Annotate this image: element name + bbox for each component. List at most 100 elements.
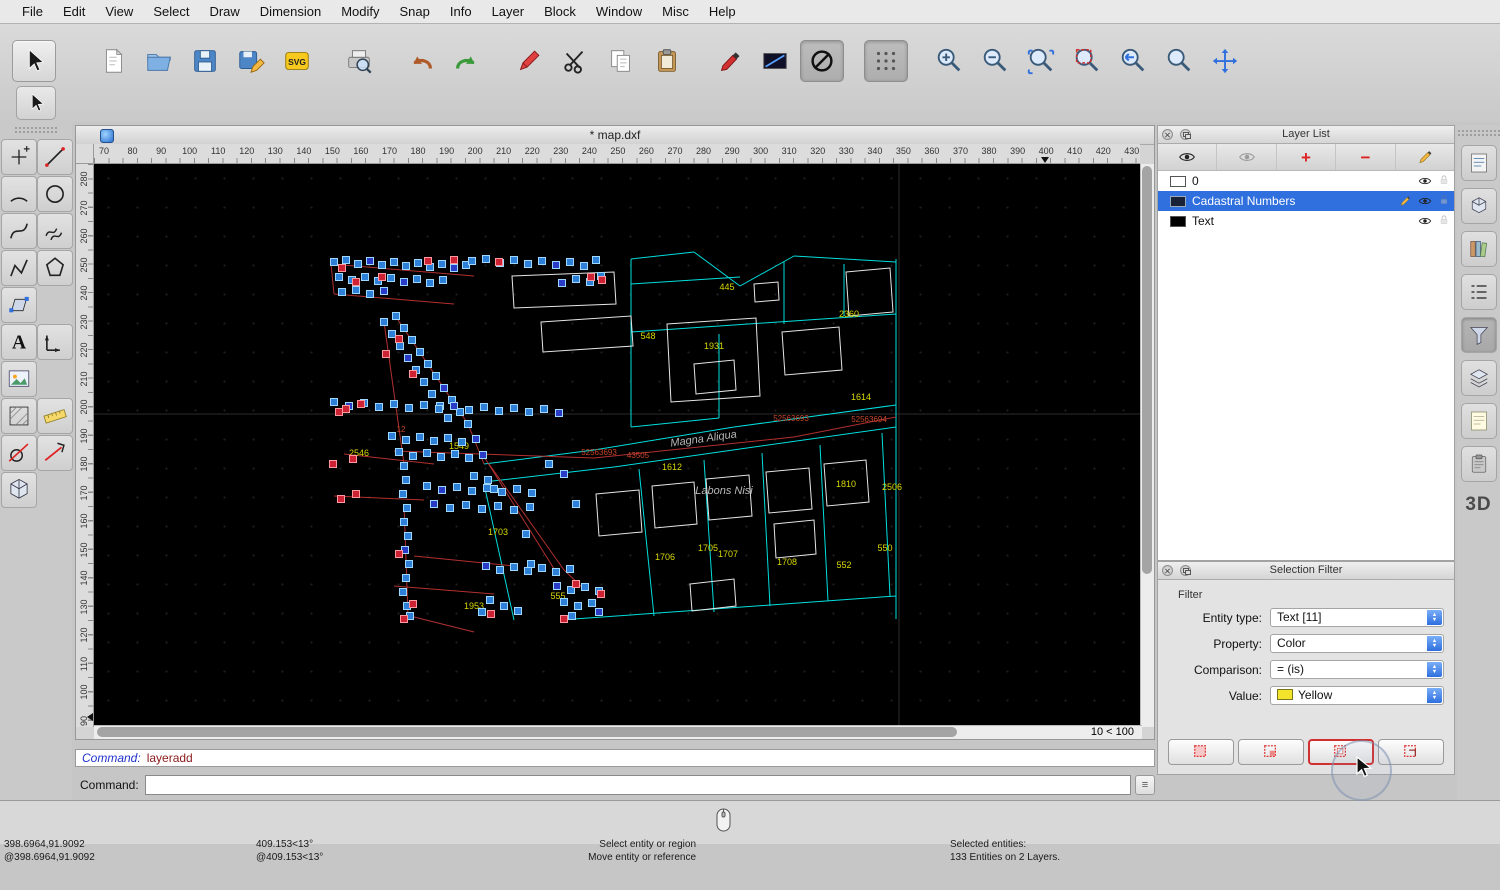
spline-tool-button[interactable] bbox=[37, 213, 73, 249]
line-tool-button[interactable] bbox=[37, 139, 73, 175]
detach-panel-icon[interactable] bbox=[1180, 129, 1191, 140]
command-input[interactable] bbox=[145, 775, 1131, 795]
circle-tool-button[interactable] bbox=[37, 176, 73, 212]
cut-button[interactable] bbox=[554, 41, 596, 81]
select-matching-entities-button[interactable] bbox=[1168, 739, 1234, 765]
menu-draw[interactable]: Draw bbox=[199, 4, 249, 19]
lock-icon[interactable] bbox=[1438, 214, 1450, 226]
menu-window[interactable]: Window bbox=[586, 4, 652, 19]
arc-tool-button[interactable] bbox=[1, 176, 37, 212]
layer-list-panel-button[interactable] bbox=[1461, 360, 1497, 396]
copy-button[interactable] bbox=[600, 41, 642, 81]
undo-button[interactable] bbox=[400, 41, 442, 81]
command-history-button[interactable] bbox=[1461, 403, 1497, 439]
save-file-button[interactable] bbox=[184, 41, 226, 81]
filter-dropdown-comparison-[interactable]: = (is)▲▼ bbox=[1270, 660, 1444, 679]
menu-file[interactable]: File bbox=[12, 4, 53, 19]
polyline-tool-button[interactable] bbox=[1, 250, 37, 286]
add-matching-to-selection-button[interactable] bbox=[1308, 739, 1374, 765]
horizontal-scrollbar-thumb[interactable] bbox=[97, 727, 957, 737]
menu-view[interactable]: View bbox=[95, 4, 143, 19]
pointer-tool-button[interactable] bbox=[16, 86, 56, 120]
menu-misc[interactable]: Misc bbox=[652, 4, 699, 19]
selection-filter-panel-button[interactable] bbox=[1461, 317, 1497, 353]
eye-icon[interactable] bbox=[1418, 174, 1432, 188]
dropdown-stepper-icon[interactable]: ▲▼ bbox=[1427, 636, 1442, 651]
eye-icon[interactable] bbox=[1418, 214, 1432, 228]
menu-edit[interactable]: Edit bbox=[53, 4, 95, 19]
line-properties-button[interactable] bbox=[754, 41, 796, 81]
no-fill-button[interactable] bbox=[800, 40, 844, 82]
filter-dropdown-entity-type-[interactable]: Text [11]▲▼ bbox=[1270, 608, 1444, 627]
show-all-layers-button[interactable] bbox=[1158, 144, 1217, 170]
vertical-scrollbar[interactable] bbox=[1140, 164, 1154, 727]
selection-tool-button[interactable] bbox=[12, 40, 56, 82]
region-tool-button[interactable] bbox=[1, 287, 37, 323]
layer-row-cadastral-numbers[interactable]: Cadastral Numbers bbox=[1158, 191, 1454, 211]
filter-dropdown-value-[interactable]: Yellow▲▼ bbox=[1270, 686, 1444, 705]
solid-tool-button[interactable] bbox=[1, 472, 37, 508]
dropdown-stepper-icon[interactable]: ▲▼ bbox=[1427, 688, 1442, 703]
strip-drag-handle[interactable] bbox=[1457, 129, 1500, 138]
menu-layer[interactable]: Layer bbox=[482, 4, 535, 19]
svg-export-button[interactable]: SVG bbox=[276, 41, 318, 81]
edit-entity-button[interactable] bbox=[708, 41, 750, 81]
new-file-button[interactable] bbox=[92, 41, 134, 81]
add-layer-button[interactable]: + bbox=[1277, 144, 1336, 170]
menu-block[interactable]: Block bbox=[534, 4, 586, 19]
redo-button[interactable] bbox=[446, 41, 488, 81]
tangent-tool-button[interactable] bbox=[1, 435, 37, 471]
image-tool-button[interactable] bbox=[1, 361, 37, 397]
menu-snap[interactable]: Snap bbox=[390, 4, 440, 19]
menu-select[interactable]: Select bbox=[143, 4, 199, 19]
block-list-button[interactable] bbox=[1461, 188, 1497, 224]
eye-icon[interactable] bbox=[1418, 194, 1432, 208]
pencil-small-icon[interactable] bbox=[1398, 194, 1412, 208]
zoom-out-button[interactable] bbox=[974, 41, 1016, 81]
dropdown-stepper-icon[interactable]: ▲▼ bbox=[1427, 610, 1442, 625]
menu-help[interactable]: Help bbox=[699, 4, 746, 19]
drawing-canvas[interactable]: Magna AliquaLabons Nisi52563693435055256… bbox=[94, 164, 1140, 727]
close-panel-icon[interactable] bbox=[1162, 129, 1173, 140]
zoom-previous-button[interactable] bbox=[1112, 41, 1154, 81]
open-file-button[interactable] bbox=[138, 41, 180, 81]
polygon-tool-button[interactable] bbox=[37, 250, 73, 286]
zoom-selection-button[interactable] bbox=[1066, 41, 1108, 81]
measure-tool-button[interactable] bbox=[37, 398, 73, 434]
auto-zoom-button[interactable] bbox=[1020, 41, 1062, 81]
paste-button[interactable] bbox=[646, 41, 688, 81]
print-preview-button[interactable] bbox=[338, 41, 380, 81]
detach-panel-icon[interactable] bbox=[1180, 565, 1191, 576]
view-list-button[interactable] bbox=[1461, 274, 1497, 310]
clipboard-panel-button[interactable] bbox=[1461, 446, 1497, 482]
modify-tool-button[interactable] bbox=[37, 435, 73, 471]
library-browser-button[interactable] bbox=[1461, 231, 1497, 267]
remove-layer-button[interactable]: − bbox=[1336, 144, 1395, 170]
menu-dimension[interactable]: Dimension bbox=[250, 4, 331, 19]
filter-dropdown-property-[interactable]: Color▲▼ bbox=[1270, 634, 1444, 653]
hatch-tool-button[interactable] bbox=[1, 398, 37, 434]
menu-modify[interactable]: Modify bbox=[331, 4, 389, 19]
horizontal-scrollbar[interactable]: 10 < 100 bbox=[94, 725, 1142, 739]
remove-matching-from-selection-button[interactable] bbox=[1378, 739, 1444, 765]
dropdown-stepper-icon[interactable]: ▲▼ bbox=[1427, 662, 1442, 677]
zoom-in-button[interactable] bbox=[928, 41, 970, 81]
point-tool-button[interactable] bbox=[1, 139, 37, 175]
hide-all-layers-button[interactable] bbox=[1217, 144, 1276, 170]
property-editor-button[interactable] bbox=[1461, 145, 1497, 181]
pan-button[interactable] bbox=[1204, 41, 1246, 81]
command-options-button[interactable]: ≡ bbox=[1135, 775, 1155, 795]
edit-layer-button[interactable] bbox=[1396, 144, 1454, 170]
layer-row-0[interactable]: 0 bbox=[1158, 171, 1454, 191]
close-panel-icon[interactable] bbox=[1162, 565, 1173, 576]
dimension-tool-button[interactable] bbox=[37, 324, 73, 360]
text-tool-button[interactable]: A bbox=[1, 324, 37, 360]
palette-drag-handle[interactable] bbox=[14, 126, 58, 135]
curve-tool-button[interactable] bbox=[1, 213, 37, 249]
grid-toggle-button[interactable] bbox=[864, 40, 908, 82]
menu-info[interactable]: Info bbox=[440, 4, 482, 19]
vertical-scrollbar-thumb[interactable] bbox=[1142, 166, 1152, 574]
lock-icon[interactable] bbox=[1438, 194, 1450, 206]
layer-row-text[interactable]: Text bbox=[1158, 211, 1454, 231]
zoom-window-button[interactable] bbox=[1158, 41, 1200, 81]
